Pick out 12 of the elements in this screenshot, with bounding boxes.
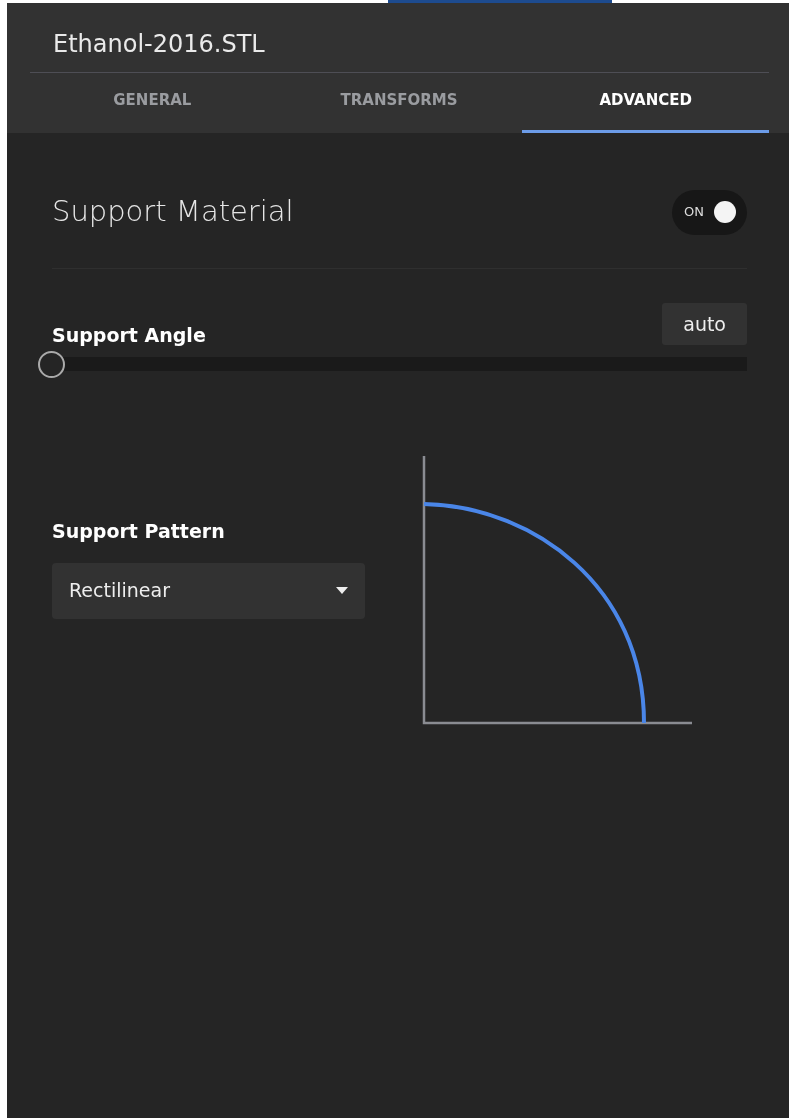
- tab[interactable]: TRANSFORMS: [275, 73, 523, 133]
- tab[interactable]: GENERAL: [29, 73, 276, 133]
- field-label: Support Angle: [52, 322, 206, 348]
- pattern-dropdown[interactable]: Rectilinear: [52, 562, 365, 619]
- slider-thumb[interactable]: [38, 351, 65, 379]
- value-field[interactable]: auto: [662, 302, 747, 346]
- tab[interactable]: ADVANCED: [522, 73, 769, 133]
- caret-icon: [336, 587, 348, 595]
- field-label: Support Pattern: [52, 519, 226, 545]
- toggle-switch[interactable]: ON: [672, 189, 747, 235]
- file-title: Ethanol-2016.STL: [30, 3, 769, 74]
- section-title: Support Material: [52, 193, 294, 231]
